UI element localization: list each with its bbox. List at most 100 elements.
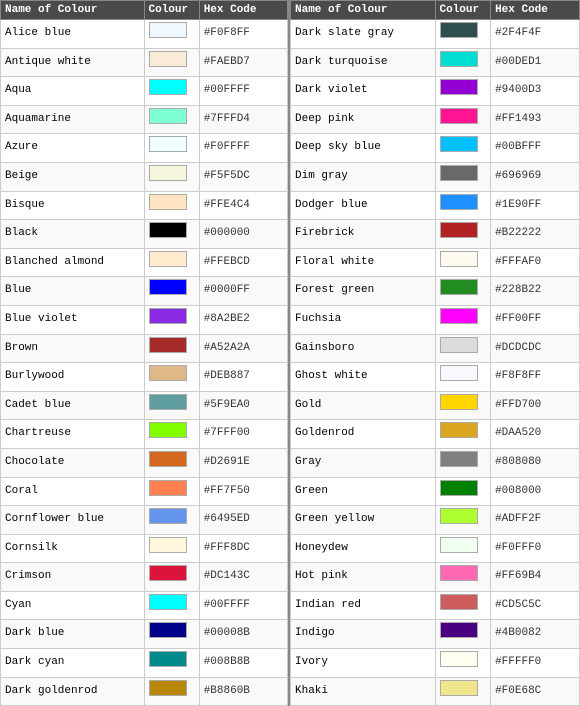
color-swatch-cell xyxy=(435,448,491,477)
color-name: Goldenrod xyxy=(291,420,436,449)
color-swatch-cell xyxy=(144,162,199,191)
table-row: Gainsboro#DCDCDC xyxy=(291,334,580,363)
hex-code: #7FFF00 xyxy=(199,420,287,449)
color-name: Deep sky blue xyxy=(291,134,436,163)
color-name: Green yellow xyxy=(291,506,436,535)
color-swatch-cell xyxy=(435,363,491,392)
color-swatch-cell xyxy=(435,477,491,506)
color-swatch xyxy=(149,108,187,124)
table-row: Bisque#FFE4C4 xyxy=(1,191,288,220)
color-swatch xyxy=(149,422,187,438)
color-name: Forest green xyxy=(291,277,436,306)
color-swatch xyxy=(149,251,187,267)
color-swatch xyxy=(149,394,187,410)
color-swatch xyxy=(149,365,187,381)
color-name: Indigo xyxy=(291,620,436,649)
color-name: Indian red xyxy=(291,591,436,620)
table-row: Deep pink#FF1493 xyxy=(291,105,580,134)
color-swatch-cell xyxy=(435,134,491,163)
hex-code: #9400D3 xyxy=(491,77,580,106)
color-name: Blue violet xyxy=(1,305,145,334)
color-swatch xyxy=(440,22,478,38)
table-row: Coral#FF7F50 xyxy=(1,477,288,506)
color-swatch xyxy=(440,308,478,324)
color-swatch-cell xyxy=(144,677,199,706)
table-row: Antique white#FAEBD7 xyxy=(1,48,288,77)
color-swatch xyxy=(440,279,478,295)
color-swatch xyxy=(440,165,478,181)
color-name: Honeydew xyxy=(291,534,436,563)
color-swatch xyxy=(149,680,187,696)
table-row: Ghost white #F8F8FF xyxy=(291,363,580,392)
color-swatch-cell xyxy=(435,277,491,306)
table-row: Dodger blue#1E90FF xyxy=(291,191,580,220)
color-swatch-cell xyxy=(435,105,491,134)
color-swatch xyxy=(440,365,478,381)
color-swatch-cell xyxy=(435,305,491,334)
hex-code: #FFFAF0 xyxy=(491,248,580,277)
table-row: Firebrick#B22222 xyxy=(291,220,580,249)
color-swatch xyxy=(440,222,478,238)
color-swatch-cell xyxy=(144,420,199,449)
color-swatch xyxy=(149,651,187,667)
table-row: Cadet blue#5F9EA0 xyxy=(1,391,288,420)
color-swatch-cell xyxy=(435,506,491,535)
color-swatch xyxy=(149,22,187,38)
color-swatch xyxy=(440,537,478,553)
color-swatch xyxy=(149,451,187,467)
color-name: Dark turquoise xyxy=(291,48,436,77)
hex-code: #F5F5DC xyxy=(199,162,287,191)
left-header-hex: Hex Code xyxy=(199,1,287,20)
color-swatch xyxy=(440,480,478,496)
color-swatch-cell xyxy=(144,649,199,678)
color-name: Ghost white xyxy=(291,363,436,392)
color-name: Gainsboro xyxy=(291,334,436,363)
color-name: Cornsilk xyxy=(1,534,145,563)
color-swatch xyxy=(440,337,478,353)
color-swatch-cell xyxy=(144,20,199,49)
hex-code: #F8F8FF xyxy=(491,363,580,392)
color-name: Alice blue xyxy=(1,20,145,49)
table-row: Indigo#4B0082 xyxy=(291,620,580,649)
table-row: Dark cyan#008B8B xyxy=(1,649,288,678)
hex-code: #DC143C xyxy=(199,563,287,592)
color-swatch xyxy=(440,651,478,667)
table-row: Aquamarine#7FFFD4 xyxy=(1,105,288,134)
color-name: Beige xyxy=(1,162,145,191)
table-row: Blanched almond#FFEBCD xyxy=(1,248,288,277)
hex-code: #FF7F50 xyxy=(199,477,287,506)
hex-code: #008B8B xyxy=(199,649,287,678)
color-swatch-cell xyxy=(435,677,491,706)
hex-code: #D2691E xyxy=(199,448,287,477)
color-name: Burlywood xyxy=(1,363,145,392)
table-row: Ivory#FFFFF0 xyxy=(291,649,580,678)
hex-code: #F0FFF0 xyxy=(491,534,580,563)
hex-code: #0000FF xyxy=(199,277,287,306)
color-name: Brown xyxy=(1,334,145,363)
color-swatch-cell xyxy=(144,620,199,649)
color-swatch-cell xyxy=(144,277,199,306)
hex-code: #00008B xyxy=(199,620,287,649)
color-name: Khaki xyxy=(291,677,436,706)
color-swatch-cell xyxy=(144,191,199,220)
color-name: Chartreuse xyxy=(1,420,145,449)
color-name: Aquamarine xyxy=(1,105,145,134)
hex-code: #FF69B4 xyxy=(491,563,580,592)
color-swatch xyxy=(440,51,478,67)
table-row: Black#000000 xyxy=(1,220,288,249)
table-row: Dark goldenrod#B8860B xyxy=(1,677,288,706)
table-row: Chartreuse #7FFF00 xyxy=(1,420,288,449)
color-name: Green xyxy=(291,477,436,506)
left-color-table: Name of Colour Colour Hex Code Alice blu… xyxy=(0,0,288,706)
table-row: Blue violet#8A2BE2 xyxy=(1,305,288,334)
hex-code: #00FFFF xyxy=(199,77,287,106)
hex-code: #FFFFF0 xyxy=(491,649,580,678)
color-swatch xyxy=(440,394,478,410)
table-row: Deep sky blue#00BFFF xyxy=(291,134,580,163)
color-swatch-cell xyxy=(144,363,199,392)
main-container: Name of Colour Colour Hex Code Alice blu… xyxy=(0,0,580,706)
color-name: Antique white xyxy=(1,48,145,77)
right-color-table: Name of Colour Colour Hex Code Dark slat… xyxy=(290,0,580,706)
hex-code: #6495ED xyxy=(199,506,287,535)
hex-code: #FFE4C4 xyxy=(199,191,287,220)
